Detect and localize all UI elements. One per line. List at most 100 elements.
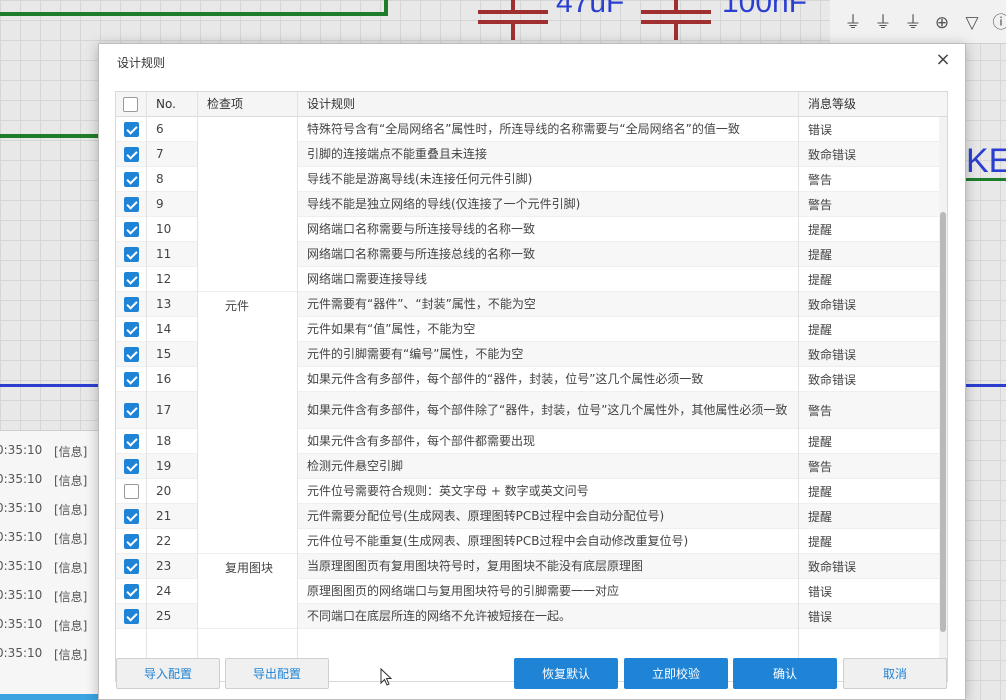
message-level[interactable]: 致命错误: [808, 367, 938, 391]
validate-now-button[interactable]: 立即校验: [624, 658, 728, 689]
message-level[interactable]: 提醒: [808, 429, 938, 453]
log-tag: [信息]: [54, 532, 88, 546]
message-level[interactable]: 提醒: [808, 529, 938, 553]
log-tag: [信息]: [54, 503, 88, 517]
check-item-group-label: 元件: [225, 299, 250, 313]
rule-number: 14: [156, 322, 172, 336]
rule-number: 8: [156, 172, 164, 186]
row-checkbox[interactable]: [123, 321, 139, 337]
rule-description: 元件的引脚需要有“编号”属性，不能为空: [307, 347, 524, 361]
message-level[interactable]: 错误: [808, 579, 938, 603]
rule-number: 24: [156, 584, 172, 598]
message-level[interactable]: 致命错误: [808, 554, 938, 578]
row-checkbox[interactable]: [123, 246, 139, 262]
check-item-group-label: 复用图块: [225, 561, 274, 575]
rules-table: No. 检查项 设计规则 消息等级 6 特殊符号含有“全局网络名”属性时，所连导线…: [115, 91, 948, 682]
row-checkbox[interactable]: [123, 196, 139, 212]
column-divider: [297, 92, 298, 681]
row-checkbox-cell: [116, 579, 146, 603]
message-log: 0:35:10 [信息] 0:35:10 [信息] 0:35:10 [信息] 0:35:10…: [0, 430, 100, 700]
message-level[interactable]: 提醒: [808, 217, 938, 241]
schematic-wire: [0, 134, 100, 138]
row-checkbox[interactable]: [123, 296, 139, 312]
vertical-scrollbar[interactable]: [939, 117, 947, 681]
row-checkbox-cell: [116, 242, 146, 266]
message-level[interactable]: 错误: [808, 117, 938, 141]
rule-number: 22: [156, 534, 172, 548]
row-checkbox-cell: [116, 392, 146, 428]
row-checkbox-cell: [116, 317, 146, 341]
log-entry: 0:35:10 [信息]: [0, 559, 100, 579]
capacitor-symbol[interactable]: [641, 0, 711, 40]
message-level[interactable]: 提醒: [808, 479, 938, 503]
rule-description: 元件需要有“器件”、“封装”属性，不能为空: [307, 297, 536, 311]
row-checkbox[interactable]: [123, 402, 139, 418]
message-level[interactable]: 提醒: [808, 242, 938, 266]
ground-symbol-alt-icon[interactable]: ⏚: [872, 12, 894, 34]
message-level[interactable]: 致命错误: [808, 142, 938, 166]
export-config-button[interactable]: 导出配置: [225, 658, 329, 689]
scrollbar-thumb[interactable]: [940, 212, 946, 632]
row-checkbox[interactable]: [123, 146, 139, 162]
message-level[interactable]: 错误: [808, 604, 938, 628]
row-checkbox[interactable]: [123, 171, 139, 187]
row-checkbox[interactable]: [123, 271, 139, 287]
capacitor-value-label: 47uF: [556, 0, 625, 19]
rule-description: 如果元件含有多部件，每个部件都需要出现: [307, 434, 536, 448]
rule-description: 如果元件含有多部件，每个部件的“器件，封装，位号”这几个属性必须一致: [307, 372, 704, 386]
rule-number: 17: [156, 403, 172, 417]
message-level[interactable]: 警告: [808, 392, 938, 428]
message-level[interactable]: 提醒: [808, 504, 938, 528]
table-header: No. 检查项 设计规则 消息等级: [116, 92, 947, 117]
close-icon[interactable]: ×: [933, 50, 953, 70]
circle-plus-icon[interactable]: ⊕: [931, 12, 953, 34]
message-level[interactable]: 警告: [808, 192, 938, 216]
row-checkbox[interactable]: [123, 121, 139, 137]
check-item-group-cell: [197, 117, 297, 291]
row-checkbox[interactable]: [123, 346, 139, 362]
row-checkbox[interactable]: [123, 608, 139, 624]
row-checkbox-cell: [116, 217, 146, 241]
schematic-wire: [0, 0, 388, 16]
message-level[interactable]: 警告: [808, 167, 938, 191]
row-checkbox-cell: [116, 429, 146, 453]
capacitor-symbol[interactable]: [478, 0, 548, 40]
log-tag: [信息]: [54, 619, 88, 633]
ground-symbol-icon[interactable]: ⏚: [842, 12, 864, 34]
log-timestamp: 0:35:10: [0, 530, 43, 544]
row-checkbox[interactable]: [123, 483, 139, 499]
log-entry: 0:35:10 [信息]: [0, 443, 100, 463]
log-entry: 0:35:10 [信息]: [0, 501, 100, 521]
row-checkbox[interactable]: [123, 221, 139, 237]
restore-default-button[interactable]: 恢复默认: [514, 658, 618, 689]
row-checkbox[interactable]: [123, 508, 139, 524]
triangle-down-icon[interactable]: ▽: [961, 12, 983, 34]
rule-number: 18: [156, 434, 172, 448]
schematic-wire: [0, 384, 100, 387]
confirm-button[interactable]: 确认: [733, 658, 837, 689]
row-checkbox[interactable]: [123, 533, 139, 549]
row-checkbox[interactable]: [123, 458, 139, 474]
column-divider: [798, 92, 799, 681]
check-item-group-cell: [197, 292, 297, 553]
row-checkbox[interactable]: [123, 558, 139, 574]
row-checkbox[interactable]: [123, 583, 139, 599]
message-level[interactable]: 致命错误: [808, 292, 938, 316]
message-level[interactable]: 警告: [808, 454, 938, 478]
row-checkbox[interactable]: [123, 433, 139, 449]
rule-number: 25: [156, 609, 172, 623]
cancel-button[interactable]: 取消: [843, 658, 947, 689]
import-config-button[interactable]: 导入配置: [116, 658, 220, 689]
row-checkbox-cell: [116, 342, 146, 366]
row-checkbox[interactable]: [123, 371, 139, 387]
message-level[interactable]: 提醒: [808, 317, 938, 341]
row-checkbox-cell: [116, 554, 146, 578]
earth-icon[interactable]: ⏚: [902, 12, 924, 34]
message-level[interactable]: 致命错误: [808, 342, 938, 366]
message-level[interactable]: 提醒: [808, 267, 938, 291]
extra-icon[interactable]: ⓘ: [990, 12, 1006, 34]
row-checkbox-cell: [116, 142, 146, 166]
rule-description: 原理图图页的网络端口与复用图块符号的引脚需要一一对应: [307, 584, 620, 598]
select-all-checkbox[interactable]: [123, 97, 138, 112]
rule-number: 20: [156, 484, 172, 498]
